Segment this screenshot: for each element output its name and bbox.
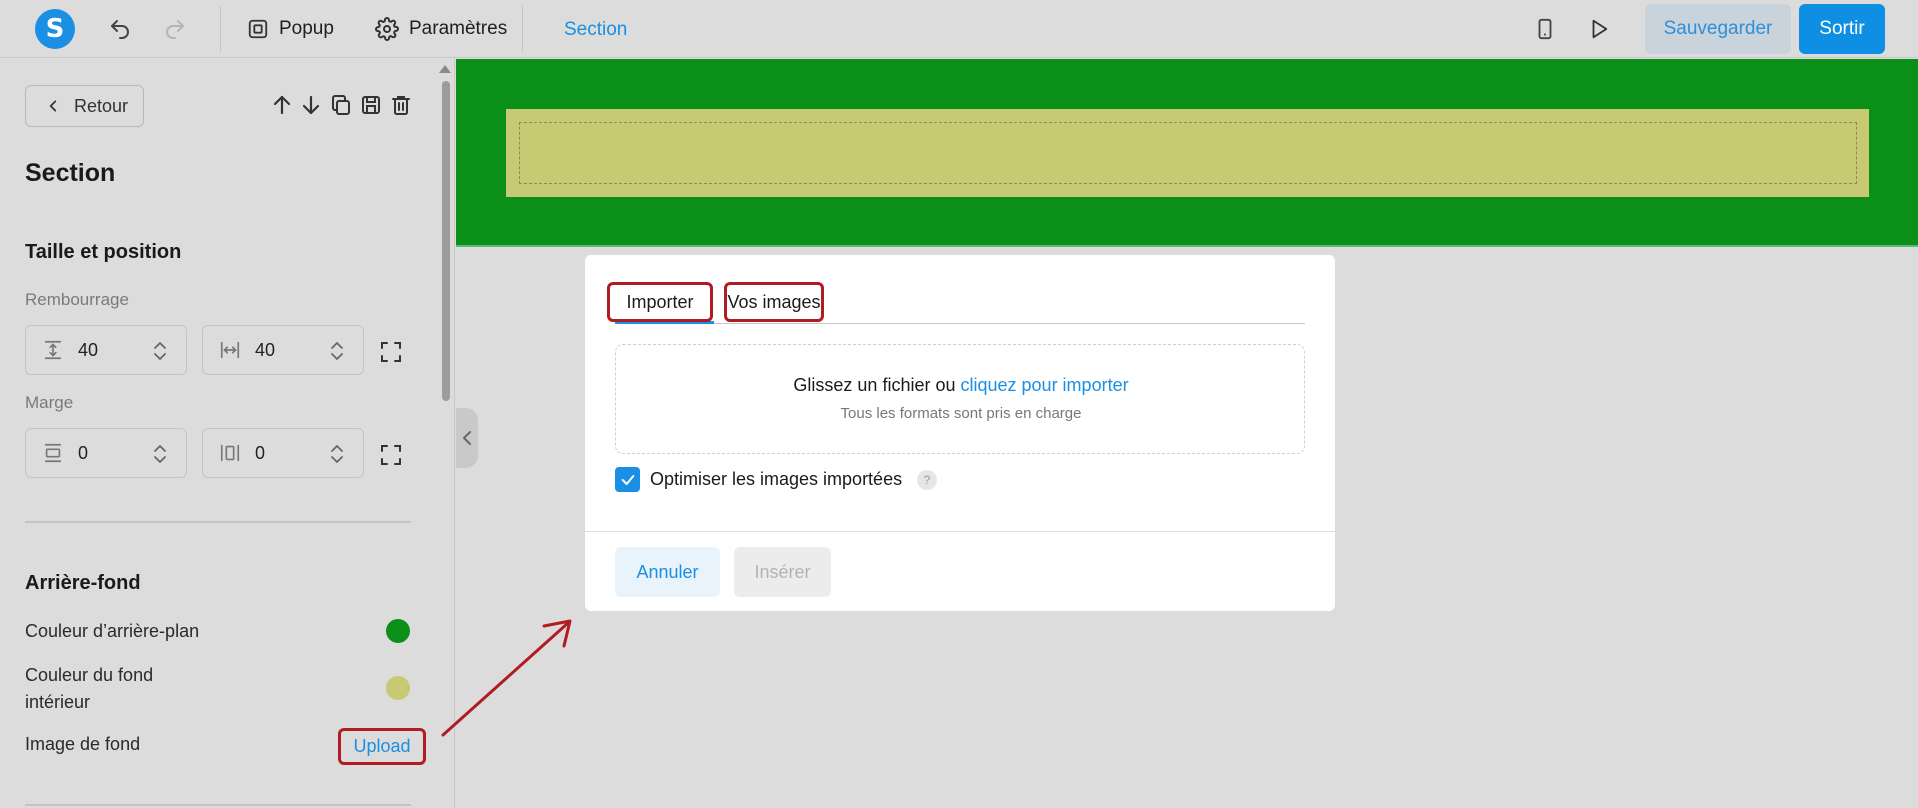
tab-your-images[interactable]: Vos images [724, 282, 824, 322]
bg-color-label: Couleur d’arrière-plan [25, 621, 200, 641]
popup-label: Popup [279, 18, 334, 39]
padding-vertical-value: 40 [78, 339, 99, 360]
chevron-left-icon [49, 100, 57, 112]
padding-horizontal-icon [220, 341, 240, 359]
section-divider [25, 804, 411, 806]
settings-label: Paramètres [409, 18, 508, 39]
margin-vertical-input[interactable]: 0 [25, 428, 187, 478]
size-position-heading: Taille et position [25, 241, 182, 263]
dialog-divider [585, 531, 1335, 532]
tab-import[interactable]: Importer [607, 282, 713, 322]
bg-image-label: Image de fond [25, 734, 141, 754]
padding-horizontal-input[interactable]: 40 [202, 325, 364, 375]
upload-button[interactable]: Upload [338, 728, 426, 765]
padding-vertical-icon [44, 340, 62, 360]
arrow-up-icon[interactable] [270, 93, 294, 117]
section-divider [25, 521, 411, 523]
section-inner-dropzone[interactable] [519, 122, 1857, 184]
popup-button[interactable]: Popup [247, 14, 334, 44]
bg-color-swatch[interactable] [386, 619, 410, 643]
click-to-import-link[interactable]: cliquez pour importer [961, 375, 1129, 395]
gear-icon [375, 17, 399, 41]
expand-icon[interactable] [379, 340, 403, 364]
background-heading: Arrière-fond [25, 572, 141, 594]
optimize-checkbox[interactable] [615, 467, 640, 492]
back-button[interactable]: Retour [25, 85, 144, 127]
undo-icon[interactable] [108, 17, 132, 41]
checkmark-icon [621, 474, 634, 485]
save-button[interactable]: Sauvegarder [1645, 4, 1791, 54]
dropzone-instruction: Glissez un fichier ou [793, 375, 956, 395]
duplicate-icon[interactable] [329, 93, 353, 117]
inner-color-label-line2: intérieur [25, 692, 91, 712]
tabs-underline [615, 323, 1305, 324]
properties-sidebar: Retour Section Taille et position Rembou… [0, 59, 455, 808]
cancel-button[interactable]: Annuler [615, 547, 720, 597]
padding-label: Rembourrage [25, 290, 129, 309]
back-label: Retour [74, 95, 129, 116]
margin-label: Marge [25, 393, 74, 412]
settings-button[interactable]: Paramètres [375, 14, 507, 44]
collapse-sidebar-tab[interactable] [456, 408, 478, 468]
app-logo[interactable]: S [35, 9, 75, 49]
stepper-icon[interactable] [329, 442, 345, 466]
margin-horizontal-value: 0 [255, 442, 266, 463]
stepper-icon[interactable] [329, 339, 345, 363]
optimize-label[interactable]: Optimiser les images importées [650, 469, 902, 490]
popup-icon [248, 19, 268, 39]
margin-vertical-value: 0 [78, 442, 89, 463]
exit-button[interactable]: Sortir [1799, 4, 1885, 54]
stepper-icon[interactable] [152, 339, 168, 363]
margin-vertical-icon [44, 443, 62, 463]
margin-horizontal-input[interactable]: 0 [202, 428, 364, 478]
scroll-thumb[interactable] [442, 81, 450, 401]
toolbar-divider [522, 6, 523, 52]
padding-horizontal-value: 40 [255, 339, 276, 360]
stepper-icon[interactable] [152, 442, 168, 466]
inner-color-swatch[interactable] [386, 676, 410, 700]
toolbar-divider [220, 6, 221, 52]
top-toolbar: S Popup Paramètres Section Sauvegarder S… [0, 0, 1918, 58]
dropzone-hint: Tous les formats sont pris en charge [840, 405, 1082, 422]
panel-title: Section [25, 159, 116, 187]
play-icon[interactable] [1587, 17, 1611, 41]
insert-button[interactable]: Insérer [734, 547, 831, 597]
scroll-up-arrow-icon[interactable] [439, 65, 451, 73]
image-upload-dialog: Importer Vos images Glissez un fichier o… [585, 255, 1335, 611]
margin-horizontal-icon [220, 444, 240, 462]
arrow-down-icon[interactable] [299, 93, 323, 117]
dropzone-text: Glissez un fichier ou cliquez pour impor… [616, 375, 1306, 396]
breadcrumb-section[interactable]: Section [564, 19, 627, 41]
file-dropzone[interactable]: Glissez un fichier ou cliquez pour impor… [615, 344, 1305, 454]
redo-icon[interactable] [163, 17, 187, 41]
save-template-icon[interactable] [359, 93, 383, 117]
chevron-left-icon [463, 431, 471, 445]
expand-icon[interactable] [379, 443, 403, 467]
mobile-icon[interactable] [1533, 17, 1557, 41]
trash-icon[interactable] [389, 93, 413, 117]
inner-color-label-line1: Couleur du fond [25, 665, 154, 685]
padding-vertical-input[interactable]: 40 [25, 325, 187, 375]
help-icon[interactable]: ? [917, 470, 937, 490]
